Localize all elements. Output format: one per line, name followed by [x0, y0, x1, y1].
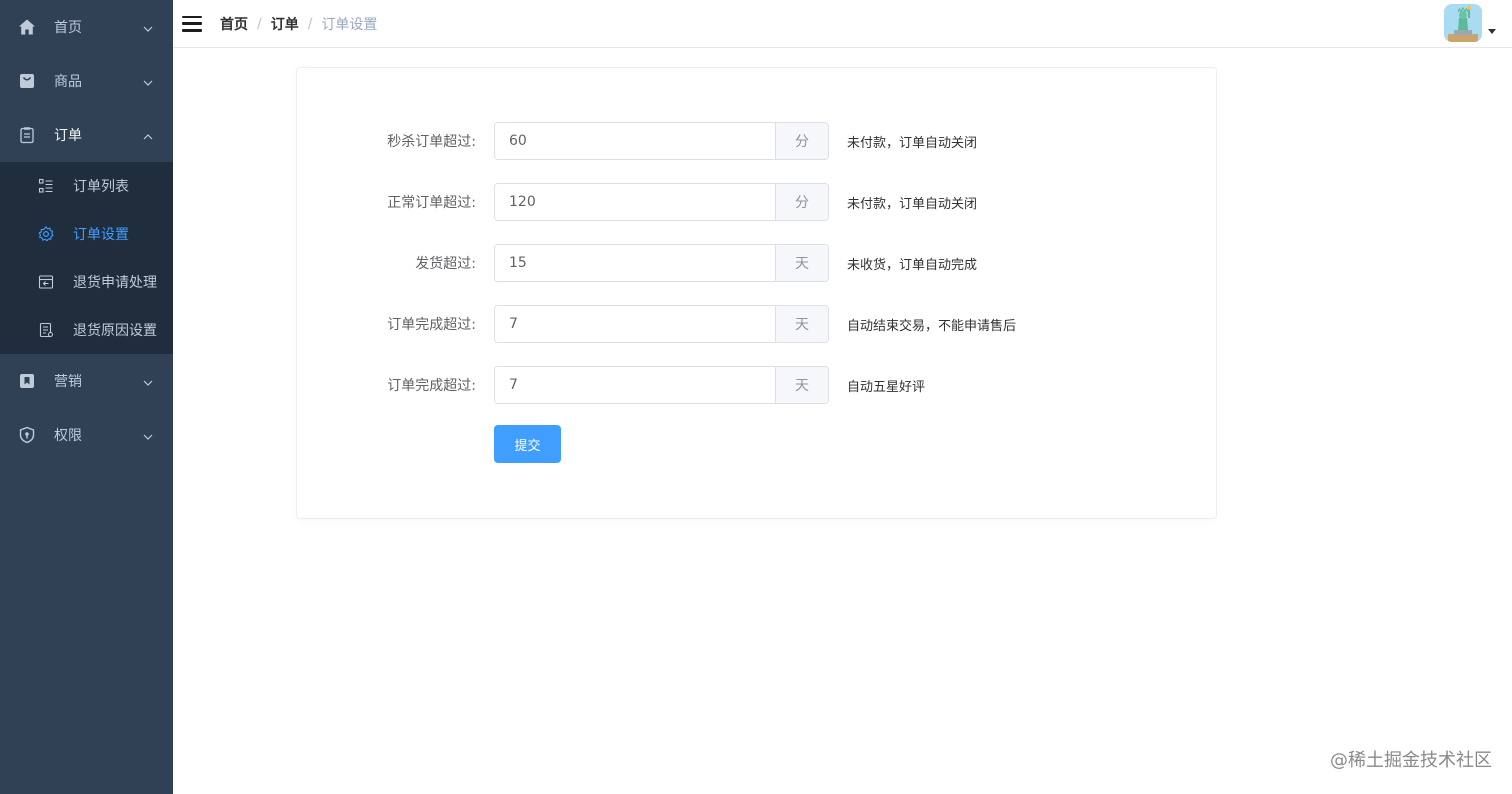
sidebar: 首页 商品 订单 订单列表 订单设置 退货申请处理 退货原因设置 营销 权限 — [0, 0, 173, 794]
finish-comment-timeout-input[interactable] — [495, 367, 775, 403]
shield-icon — [18, 426, 36, 444]
document-icon — [38, 322, 54, 338]
input-group: 分 — [494, 122, 829, 160]
delivery-timeout-input[interactable] — [495, 245, 775, 281]
order-submenu: 订单列表 订单设置 退货申请处理 退货原因设置 — [0, 162, 173, 354]
sidebar-item-products[interactable]: 商品 — [0, 54, 173, 108]
form-row-delivery: 发货超过: 天 未收货，订单自动完成 — [297, 244, 1216, 282]
sidebar-item-permissions[interactable]: 权限 — [0, 408, 173, 462]
input-group: 天 — [494, 305, 829, 343]
breadcrumb-separator: / — [307, 15, 313, 32]
unit-suffix: 分 — [775, 184, 828, 220]
sidebar-item-return-requests[interactable]: 退货申请处理 — [0, 258, 173, 306]
chevron-down-icon — [143, 430, 153, 440]
form-hint: 未付款，订单自动关闭 — [847, 135, 978, 151]
breadcrumb-home[interactable]: 首页 — [220, 14, 248, 34]
unit-suffix: 天 — [775, 367, 828, 403]
gear-icon — [38, 226, 54, 242]
finish-close-timeout-input[interactable] — [495, 306, 775, 342]
order-settings-card: 秒杀订单超过: 分 未付款，订单自动关闭 正常订单超过: 分 未付款，订单自动关… — [296, 67, 1217, 519]
breadcrumb: 首页 / 订单 / 订单设置 — [220, 14, 377, 34]
breadcrumb-orders[interactable]: 订单 — [271, 14, 299, 34]
shopping-bag-icon — [18, 72, 36, 90]
chevron-down-icon — [143, 376, 153, 386]
input-group: 天 — [494, 366, 829, 404]
clipboard-icon — [18, 126, 36, 144]
unit-suffix: 天 — [775, 306, 828, 342]
home-icon — [18, 18, 36, 36]
sidebar-subitem-label: 退货原因设置 — [73, 323, 157, 339]
sidebar-item-label: 营销 — [54, 374, 82, 390]
form-row-flash-sale: 秒杀订单超过: 分 未付款，订单自动关闭 — [297, 122, 1216, 160]
sidebar-item-home[interactable]: 首页 — [0, 0, 173, 54]
sidebar-subitem-label: 订单设置 — [73, 227, 129, 243]
sidebar-subitem-label: 退货申请处理 — [73, 275, 157, 291]
unit-suffix: 天 — [775, 245, 828, 281]
form-row-finish-comment: 订单完成超过: 天 自动五星好评 — [297, 366, 1216, 404]
breadcrumb-separator: / — [257, 15, 262, 32]
sidebar-item-return-reasons[interactable]: 退货原因设置 — [0, 306, 173, 354]
hamburger-icon[interactable] — [182, 15, 202, 32]
sidebar-item-label: 权限 — [54, 428, 82, 444]
form-row-finish-close: 订单完成超过: 天 自动结束交易，不能申请售后 — [297, 305, 1216, 343]
sidebar-item-label: 首页 — [54, 20, 82, 36]
unit-suffix: 分 — [775, 123, 828, 159]
form-hint: 自动结束交易，不能申请售后 — [847, 318, 1017, 334]
sidebar-item-order-settings[interactable]: 订单设置 — [0, 210, 173, 258]
submit-button[interactable]: 提交 — [494, 425, 561, 463]
form-hint: 未付款，订单自动关闭 — [847, 196, 978, 212]
form-label: 发货超过: — [415, 256, 476, 272]
chevron-down-icon — [143, 22, 153, 32]
sidebar-item-label: 订单 — [54, 128, 82, 144]
form-hint: 自动五星好评 — [847, 379, 926, 395]
sidebar-item-label: 商品 — [54, 74, 82, 90]
input-group: 天 — [494, 244, 829, 282]
sidebar-subitem-label: 订单列表 — [73, 179, 129, 195]
normal-order-timeout-input[interactable] — [495, 184, 775, 220]
input-group: 分 — [494, 183, 829, 221]
form-label: 秒杀订单超过: — [387, 134, 476, 150]
sidebar-item-order-list[interactable]: 订单列表 — [0, 162, 173, 210]
breadcrumb-current: 订单设置 — [321, 16, 378, 33]
watermark: @稀土掘金技术社区 — [1330, 750, 1492, 771]
top-navbar: 首页 / 订单 / 订单设置 — [173, 0, 1512, 48]
return-box-icon — [38, 274, 54, 290]
caret-down-icon[interactable] — [1488, 28, 1496, 34]
form-label: 正常订单超过: — [387, 195, 476, 211]
chevron-up-icon — [143, 130, 153, 140]
sidebar-item-orders[interactable]: 订单 — [0, 108, 173, 162]
form-label: 订单完成超过: — [387, 317, 476, 333]
form-label: 订单完成超过: — [387, 378, 476, 394]
avatar[interactable] — [1444, 4, 1482, 42]
bookmark-icon — [18, 372, 36, 390]
user-menu[interactable] — [1444, 4, 1496, 42]
form-row-normal-order: 正常订单超过: 分 未付款，订单自动关闭 — [297, 183, 1216, 221]
chevron-down-icon — [143, 76, 153, 86]
form-hint: 未收货，订单自动完成 — [847, 257, 978, 273]
list-icon — [38, 178, 54, 194]
sidebar-item-marketing[interactable]: 营销 — [0, 354, 173, 408]
flash-sale-timeout-input[interactable] — [495, 123, 775, 159]
